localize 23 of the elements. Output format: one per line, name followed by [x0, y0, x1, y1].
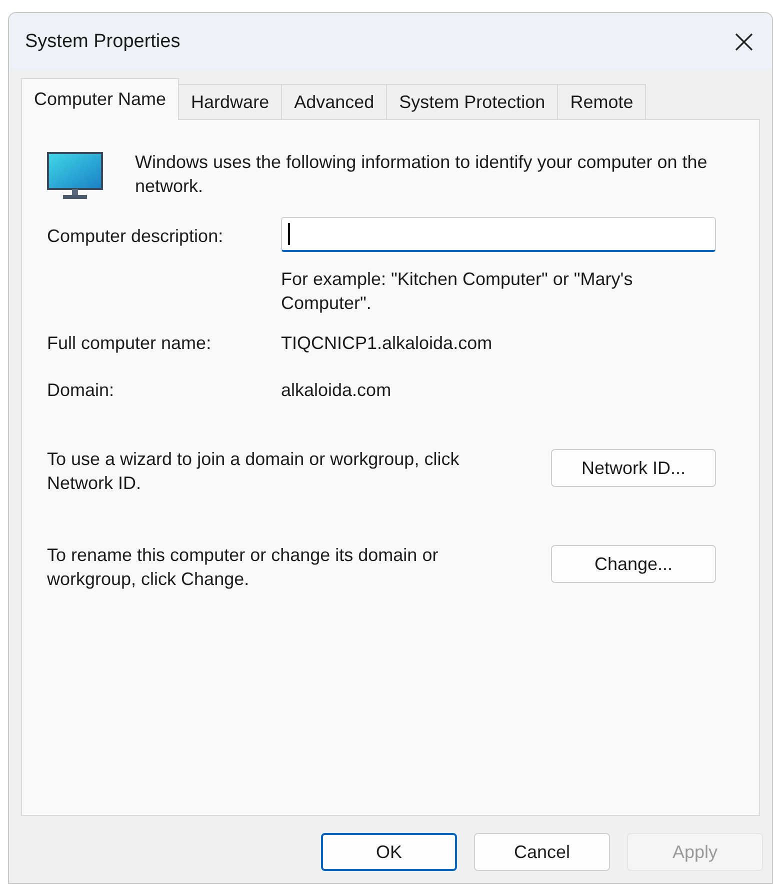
- close-icon: [734, 32, 754, 52]
- tab[interactable]: System Protection: [387, 84, 558, 119]
- description-field[interactable]: [281, 217, 716, 252]
- dialog-button[interactable]: OK: [321, 833, 457, 871]
- action-button[interactable]: Change...: [551, 545, 716, 583]
- tab[interactable]: Advanced: [282, 84, 388, 119]
- action-button[interactable]: Network ID...: [551, 449, 716, 487]
- monitor-icon: [47, 152, 103, 200]
- field-label: Computer description:: [47, 225, 224, 248]
- window-title: System Properties: [25, 30, 180, 54]
- hint-text: For example: "Kitchen Computer" or "Mary's Computer".: [281, 268, 634, 315]
- instruction-text: To use a wizard to join a domain or workgroup, click Network ID.: [47, 448, 460, 495]
- text-cursor-icon: [288, 223, 290, 245]
- tab[interactable]: Remote: [558, 84, 646, 119]
- field-value: TIQCNICP1.alkaloida.com: [281, 332, 492, 355]
- intro-text: Windows uses the following information to identify your computer on the network.: [135, 151, 708, 198]
- instruction-text: To rename this computer or change its domain or workgroup, click Change.: [47, 544, 440, 591]
- field-label: Full computer name:: [47, 332, 212, 355]
- field-label: Domain:: [47, 379, 116, 402]
- tab[interactable]: Computer Name: [21, 78, 180, 120]
- field-value: alkaloida.com: [281, 379, 392, 402]
- dialog-button[interactable]: Cancel: [474, 833, 610, 871]
- tab[interactable]: Hardware: [179, 84, 282, 119]
